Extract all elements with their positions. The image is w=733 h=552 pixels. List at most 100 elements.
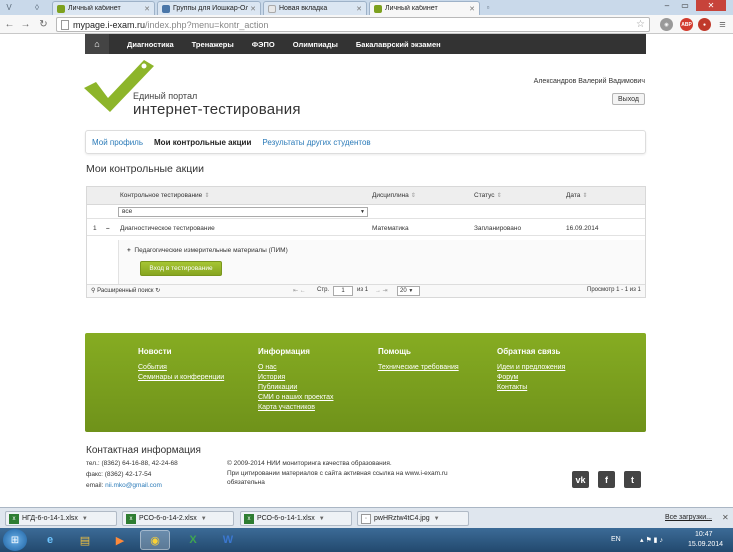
enter-test-button[interactable]: Вход в тестирование [140,261,222,276]
nav-item-bachelor-exam[interactable]: Бакалаврский экзамен [356,40,441,49]
extension-icon[interactable]: ◊ [30,1,44,13]
excel-file-icon: x [126,513,136,524]
column-header-status[interactable]: Статус ⇕ [474,192,502,199]
footer-link[interactable]: События [138,364,224,371]
all-downloads-link[interactable]: Все загрузки... [665,514,712,521]
window-close-button[interactable]: ✕ [696,0,726,11]
discipline: Математика [372,225,409,232]
nav-item-fepo[interactable]: ФЭПО [252,40,275,49]
refresh-icon[interactable]: ↻ [155,288,160,294]
page-number-input[interactable]: 1 [333,286,353,296]
home-icon[interactable]: ⌂ [85,34,109,54]
email-link[interactable]: nii.mko@gmail.com [105,482,162,489]
email-label: email: [86,482,104,489]
language-indicator[interactable]: EN [611,536,621,543]
extension-icon[interactable]: ◉ [660,18,673,31]
chevron-down-icon[interactable]: ▼ [319,516,325,522]
pager-next-last-icon[interactable]: → ⇥ [375,287,388,294]
tab-my-actions[interactable]: Мои контрольные акции [154,138,251,147]
column-header-discipline[interactable]: Дисциплина ⇕ [372,192,416,199]
footer-link[interactable]: Семинары и конференции [138,374,224,381]
nav-item-trainers[interactable]: Тренажеры [192,40,234,49]
close-icon[interactable]: ✕ [250,5,256,13]
column-header-test[interactable]: Контрольное тестирование ⇕ [120,192,209,199]
reload-icon[interactable]: ↻ [37,18,50,31]
app-menu-icon[interactable]: V [2,1,16,13]
stop-extension-icon[interactable]: ● [698,18,711,31]
file-explorer-icon[interactable]: ▤ [70,530,100,550]
test-name: Диагностическое тестирование [120,225,215,232]
chevron-down-icon[interactable]: ▼ [201,516,207,522]
word-icon[interactable]: W [213,530,243,550]
advanced-search-link[interactable]: ⚲ Расширенный поиск ↻ [91,287,160,294]
footer-link[interactable]: Идеи и предложения [497,364,565,371]
chevron-down-icon[interactable]: ▼ [434,516,440,522]
column-label: Дисциплина [372,192,409,199]
nav-item-olympiads[interactable]: Олимпиады [293,40,338,49]
clock-time[interactable]: 10:47 [695,531,713,538]
adblock-icon[interactable]: ABP [680,18,693,31]
plus-icon[interactable]: + [127,247,131,254]
view-range-text: Просмотр 1 - 1 из 1 [587,287,641,293]
nav-item-diagnostics[interactable]: Диагностика [127,40,174,49]
back-arrow-icon[interactable]: ← [3,18,16,31]
download-name: НГД-6-о-14-1.xlsx [22,515,78,522]
download-item[interactable]: x НГД-6-о-14-1.xlsx ▼ [5,511,117,526]
close-icon[interactable]: ✕ [356,5,362,13]
rows-per-page-select[interactable]: 20 ▼ [397,286,420,296]
new-tab-button[interactable]: ▫ [482,1,494,13]
browser-toolbar: ← → ↻ mypage.i-exam.ru /index.php?menu=k… [0,15,733,34]
browser-tab[interactable]: Личный кабинет ✕ [52,1,155,15]
footer-link[interactable]: О нас [258,364,333,371]
downloads-bar: x НГД-6-о-14-1.xlsx ▼ x РСО-6-о-14-2.xls… [0,507,733,528]
close-icon[interactable]: ✕ [469,5,475,13]
footer-link[interactable]: Технические требования [378,364,459,371]
download-item[interactable]: x РСО-6-о-14-2.xlsx ▼ [122,511,234,526]
url-path: /index.php?menu=kontr_action [145,19,269,30]
maximize-button[interactable]: ▭ [676,0,694,11]
vk-icon[interactable]: vk [572,471,589,488]
browser-tab-active[interactable]: Личный кабинет ✕ [369,1,480,15]
chevron-down-icon[interactable]: ▼ [82,516,88,522]
contact-email: email: nii.mko@gmail.com [86,482,162,489]
tray-icons[interactable]: ▴ ⚑ ▮ ♪ [640,536,663,544]
bookmark-star-icon[interactable]: ☆ [636,19,645,30]
address-bar[interactable]: mypage.i-exam.ru /index.php?menu=kontr_a… [56,17,650,32]
footer-link[interactable]: Карта участников [258,404,333,411]
table-row[interactable]: 1 – Диагностическое тестирование Математ… [87,222,645,236]
download-item[interactable]: x РСО-6-о-14-1.xlsx ▼ [240,511,352,526]
footer-link[interactable]: Форум [497,374,565,381]
browser-tab[interactable]: Группы для Йошкар-Ол ✕ [157,1,261,15]
logout-button[interactable]: Выход [612,93,645,105]
facebook-icon[interactable]: f [598,471,615,488]
tab-my-profile[interactable]: Мой профиль [92,138,143,147]
pager-first-prev-icon[interactable]: ⇤ ← [293,287,306,294]
close-icon[interactable]: ✕ [722,513,729,522]
internet-explorer-icon[interactable]: e [35,530,65,550]
test-filter-select[interactable]: все ▼ [118,207,368,217]
footer-link[interactable]: СМИ о наших проектах [258,394,333,401]
tab-other-results[interactable]: Результаты других студентов [262,138,370,147]
download-item[interactable]: ▫ pwHRztw4tC4.jpg ▼ [357,511,469,526]
clock-date[interactable]: 15.09.2014 [688,541,723,548]
footer-link[interactable]: Публикации [258,384,333,391]
close-icon[interactable]: ✕ [144,5,150,13]
footer-link[interactable]: Контакты [497,384,565,391]
excel-icon[interactable]: X [178,530,208,550]
minimize-button[interactable]: – [658,0,676,11]
contact-fax: факс: (8362) 42-17-54 [86,471,152,478]
twitter-icon[interactable]: t [624,471,641,488]
footer-heading: Новости [138,347,172,356]
media-player-icon[interactable]: ▶ [105,530,135,550]
chrome-icon[interactable]: ◉ [140,530,170,550]
actions-table: Контрольное тестирование ⇕ Дисциплина ⇕ Ст… [86,186,646,298]
browser-tab[interactable]: Новая вкладка ✕ [263,1,367,15]
menu-icon[interactable]: ≡ [716,18,729,31]
column-header-date[interactable]: Дата ⇕ [566,192,587,199]
collapse-toggle-icon[interactable]: – [106,225,110,232]
download-name: РСО-6-о-14-2.xlsx [139,515,197,522]
filter-row: все ▼ [87,205,645,219]
forward-arrow-icon[interactable]: → [19,18,32,31]
start-button[interactable]: ⊞ [3,529,27,551]
footer-link[interactable]: История [258,374,333,381]
